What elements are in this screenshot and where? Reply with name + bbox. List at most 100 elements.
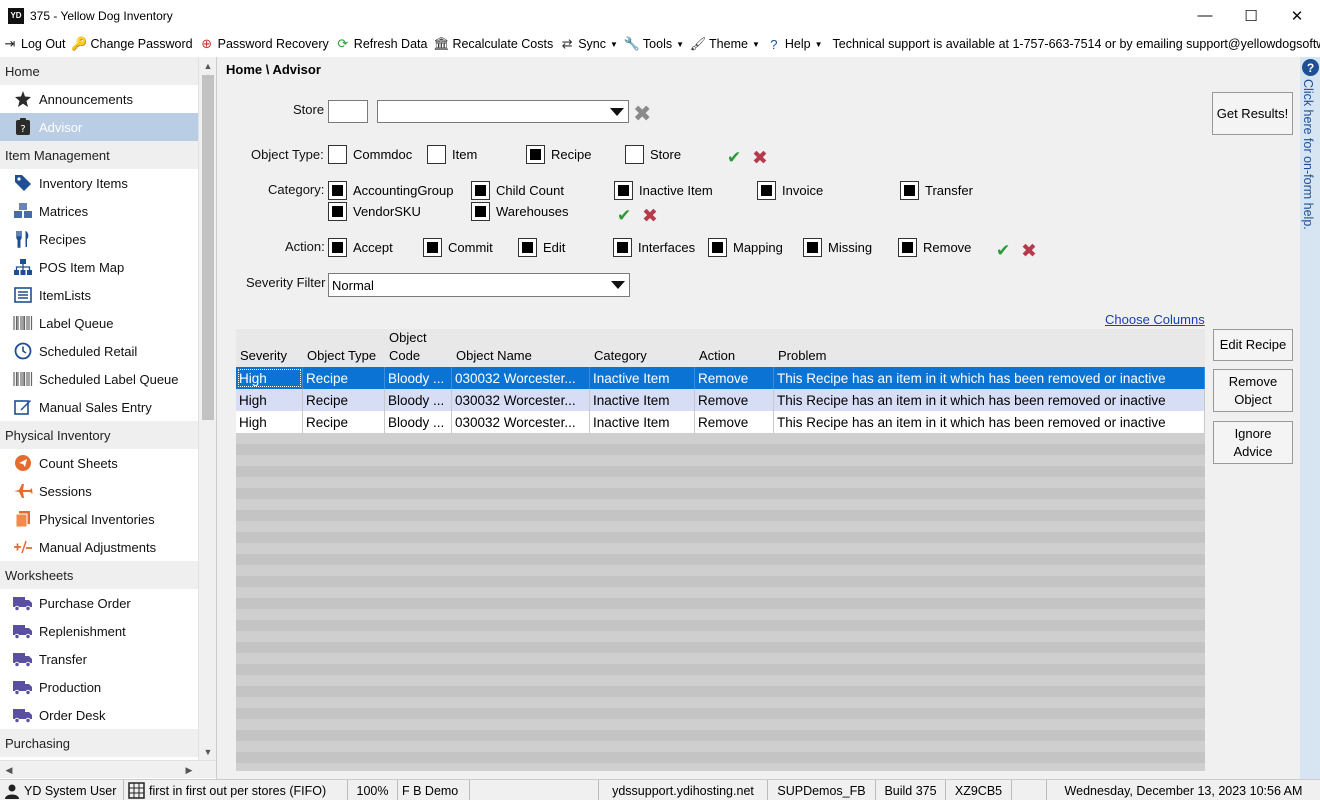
clear-store-icon[interactable]: ✖ (633, 101, 651, 127)
menu-log-out[interactable]: ⇥ Log Out (0, 31, 69, 57)
cell-problem[interactable]: This Recipe has an item in it which has … (774, 367, 1205, 389)
checkbox-box[interactable] (328, 202, 347, 221)
category-vendorsku-checkbox[interactable]: VendorSKU (328, 202, 421, 221)
cell-object-name[interactable]: 030032 Worcester... (452, 411, 590, 433)
advisor-results-grid[interactable]: Severity Object Type Object Code Object Nam… (236, 329, 1205, 771)
maximize-button[interactable]: ☐ (1228, 0, 1274, 31)
checkbox-box[interactable] (518, 238, 537, 257)
sidebar-item-physical-inventories[interactable]: Physical Inventories (0, 505, 198, 533)
sidebar-item-pos-item-map[interactable]: POS Item Map (0, 253, 198, 281)
sidebar-item-scheduled-retail[interactable]: Scheduled Retail (0, 337, 198, 365)
checkbox-box[interactable] (708, 238, 727, 257)
menu-refresh-data[interactable]: ⟳ Refresh Data (333, 31, 432, 57)
sidebar-item-production[interactable]: Production (0, 673, 198, 701)
cell-problem[interactable]: This Recipe has an item in it which has … (774, 411, 1205, 433)
menu-change-password[interactable]: 🔑 Change Password (69, 31, 196, 57)
sidebar-item-advisor[interactable]: ? Advisor (0, 113, 198, 141)
object-type-uncheck-all-icon[interactable]: ✖ (752, 147, 768, 170)
checkbox-box[interactable] (898, 238, 917, 257)
column-header-object-name[interactable]: Object Name (452, 329, 590, 367)
category-invoice-checkbox[interactable]: Invoice (757, 181, 823, 200)
cell-object-name[interactable]: 030032 Worcester... (452, 367, 590, 389)
object-type-commdoc-checkbox[interactable]: Commdoc (328, 145, 412, 164)
sidebar-vertical-scrollbar[interactable]: ▲ ▼ (198, 57, 216, 760)
minimize-button[interactable]: — (1182, 0, 1228, 31)
sidebar-horizontal-scrollbar[interactable]: ◀ ▶ (0, 760, 216, 778)
cell-object-code[interactable]: Bloody ... (385, 389, 452, 411)
column-header-object-code[interactable]: Object Code (385, 329, 452, 367)
action-edit-checkbox[interactable]: Edit (518, 238, 565, 257)
edit-recipe-button[interactable]: Edit Recipe (1213, 329, 1293, 361)
cell-action[interactable]: Remove (695, 367, 774, 389)
ignore-advice-button[interactable]: Ignore Advice (1213, 421, 1293, 464)
sidebar-item-sessions[interactable]: Sessions (0, 477, 198, 505)
help-question-icon[interactable]: ? (1302, 59, 1319, 76)
column-header-object-type[interactable]: Object Type (303, 329, 385, 367)
store-dropdown[interactable] (377, 100, 629, 123)
cell-action[interactable]: Remove (695, 411, 774, 433)
table-row[interactable]: High Recipe Bloody ... 030032 Worcester... I… (236, 411, 1205, 433)
column-header-severity[interactable]: Severity (236, 329, 303, 367)
category-uncheck-all-icon[interactable]: ✖ (642, 205, 658, 228)
action-missing-checkbox[interactable]: Missing (803, 238, 872, 257)
action-check-all-icon[interactable]: ✔ (996, 241, 1010, 261)
cell-problem[interactable]: This Recipe has an item in it which has … (774, 389, 1205, 411)
scroll-up-arrow-icon[interactable]: ▲ (199, 57, 217, 74)
sidebar-item-scheduled-label-queue[interactable]: Scheduled Label Queue (0, 365, 198, 393)
sidebar-item-transfer[interactable]: Transfer (0, 645, 198, 673)
sidebar-item-recipes[interactable]: Recipes (0, 225, 198, 253)
cell-object-type[interactable]: Recipe (303, 389, 385, 411)
close-button[interactable]: ✕ (1274, 0, 1320, 31)
category-check-all-icon[interactable]: ✔ (617, 206, 631, 226)
object-type-store-checkbox[interactable]: Store (625, 145, 681, 164)
checkbox-box[interactable] (328, 181, 347, 200)
severity-filter-dropdown[interactable]: Normal (328, 273, 630, 297)
cell-object-type[interactable]: Recipe (303, 411, 385, 433)
sidebar-item-purchase-order[interactable]: Purchase Order (0, 589, 198, 617)
sidebar-item-itemlists[interactable]: ItemLists (0, 281, 198, 309)
category-transfer-checkbox[interactable]: Transfer (900, 181, 973, 200)
object-type-check-all-icon[interactable]: ✔ (727, 148, 741, 168)
action-uncheck-all-icon[interactable]: ✖ (1021, 240, 1037, 263)
column-header-category[interactable]: Category (590, 329, 695, 367)
store-code-input[interactable] (328, 100, 368, 123)
column-header-action[interactable]: Action (695, 329, 774, 367)
cell-object-code[interactable]: Bloody ... (385, 411, 452, 433)
checkbox-box[interactable] (625, 145, 644, 164)
menu-tools[interactable]: 🔧 Tools ▼ (622, 31, 688, 57)
sidebar-item-count-sheets[interactable]: Count Sheets (0, 449, 198, 477)
checkbox-box[interactable] (328, 145, 347, 164)
sidebar-group-physical-inventory[interactable]: Physical Inventory (0, 421, 198, 449)
scroll-thumb[interactable] (202, 75, 214, 420)
action-mapping-checkbox[interactable]: Mapping (708, 238, 783, 257)
sidebar-group-worksheets[interactable]: Worksheets (0, 561, 198, 589)
cell-object-name[interactable]: 030032 Worcester... (452, 389, 590, 411)
sidebar-group-purchasing[interactable]: Purchasing (0, 729, 198, 757)
sidebar-group-item-management[interactable]: Item Management (0, 141, 198, 169)
cell-category[interactable]: Inactive Item (590, 389, 695, 411)
checkbox-box[interactable] (757, 181, 776, 200)
sidebar-item-label-queue[interactable]: Label Queue (0, 309, 198, 337)
checkbox-box[interactable] (526, 145, 545, 164)
cell-category[interactable]: Inactive Item (590, 411, 695, 433)
get-results-button[interactable]: Get Results! (1212, 92, 1293, 135)
checkbox-box[interactable] (803, 238, 822, 257)
cell-category[interactable]: Inactive Item (590, 367, 695, 389)
table-row[interactable]: High Recipe Bloody ... 030032 Worcester... I… (236, 389, 1205, 411)
sidebar-item-manual-sales-entry[interactable]: Manual Sales Entry (0, 393, 198, 421)
menu-help[interactable]: ? Help ▼ (764, 31, 827, 57)
checkbox-box[interactable] (614, 181, 633, 200)
checkbox-box[interactable] (613, 238, 632, 257)
sidebar-item-inventory-items[interactable]: Inventory Items (0, 169, 198, 197)
checkbox-box[interactable] (471, 181, 490, 200)
cell-severity[interactable]: High (236, 367, 303, 389)
category-warehouses-checkbox[interactable]: Warehouses (471, 202, 569, 221)
category-child-count-checkbox[interactable]: Child Count (471, 181, 564, 200)
sidebar-item-announcements[interactable]: Announcements (0, 85, 198, 113)
checkbox-box[interactable] (328, 238, 347, 257)
sidebar-item-manual-adjustments[interactable]: Manual Adjustments (0, 533, 198, 561)
sidebar-item-replenishment[interactable]: Replenishment (0, 617, 198, 645)
object-type-recipe-checkbox[interactable]: Recipe (526, 145, 591, 164)
action-remove-checkbox[interactable]: Remove (898, 238, 971, 257)
action-accept-checkbox[interactable]: Accept (328, 238, 393, 257)
